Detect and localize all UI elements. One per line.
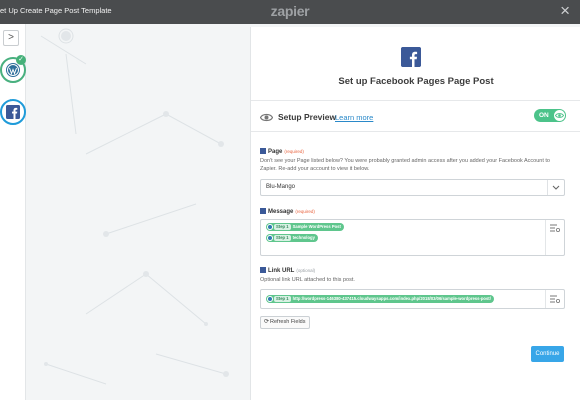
refresh-fields-button[interactable]: ⟳Refresh Fields [260,316,310,329]
facebook-icon [6,105,20,119]
wordpress-icon [267,296,273,302]
required-tag: (required) [295,209,315,214]
facebook-icon [260,208,266,214]
top-bar: et Up Create Page Post Template zapier × [0,0,580,24]
divider [251,131,580,132]
facebook-icon [260,148,266,154]
continue-button[interactable]: Continue [531,346,564,362]
page-field-help: Don't see your Page listed below? You we… [260,158,550,172]
token-pill[interactable]: Step 1 http://wordpress-146380-437415.clo… [266,295,494,303]
wordpress-icon [267,224,273,230]
eye-icon [260,113,273,122]
page-field-label: Page (required) [260,148,580,155]
steps-sidebar: > ✓ [0,24,26,400]
message-field-label: Message (required) [260,208,580,215]
link-url-input[interactable]: Step 1 http://wordpress-146380-437415.clo… [260,289,565,309]
zapier-logo: zapier [270,3,310,19]
setup-panel: Set up Facebook Pages Page Post Setup Pr… [250,27,580,400]
toggle-knob [554,110,565,121]
step-complete-check-icon: ✓ [16,55,26,65]
refresh-icon: ⟳ [264,319,270,325]
setup-preview-label: Setup Preview [278,112,337,122]
panel-title: Set up Facebook Pages Page Post [338,76,494,87]
list-icon [550,224,560,232]
link-url-field-label: Link URL (optional) [260,267,580,274]
insert-data-button[interactable] [545,220,564,255]
close-button[interactable]: × [560,2,570,20]
facebook-logo-icon [401,47,421,67]
step-facebook-pages[interactable] [0,99,26,125]
chevron-down-icon [547,180,564,195]
token-pill[interactable]: Step 1 technology [266,234,318,242]
eye-icon [554,113,565,118]
toggle-label: ON [539,111,549,119]
divider [251,100,580,101]
learn-more-link[interactable]: Learn more [335,113,373,122]
page-select-value: Blu-Mango [266,183,296,190]
token-pill[interactable]: Step 1 Sample WordPress Post [266,223,344,231]
facebook-icon [260,267,266,273]
preview-toggle[interactable]: ON [534,109,566,122]
list-icon [550,295,560,303]
wordpress-icon [267,235,273,241]
message-input[interactable]: Step 1 Sample WordPress Post Step 1 techno… [260,219,565,256]
expand-sidebar-button[interactable]: > [3,30,19,46]
link-url-help: Optional link URL attached to this post. [260,277,355,283]
page-title: et Up Create Page Post Template [0,6,112,15]
optional-tag: (optional) [296,268,316,273]
insert-data-button[interactable] [545,290,564,308]
required-tag: (required) [284,149,304,154]
page-select[interactable]: Blu-Mango [260,179,565,196]
